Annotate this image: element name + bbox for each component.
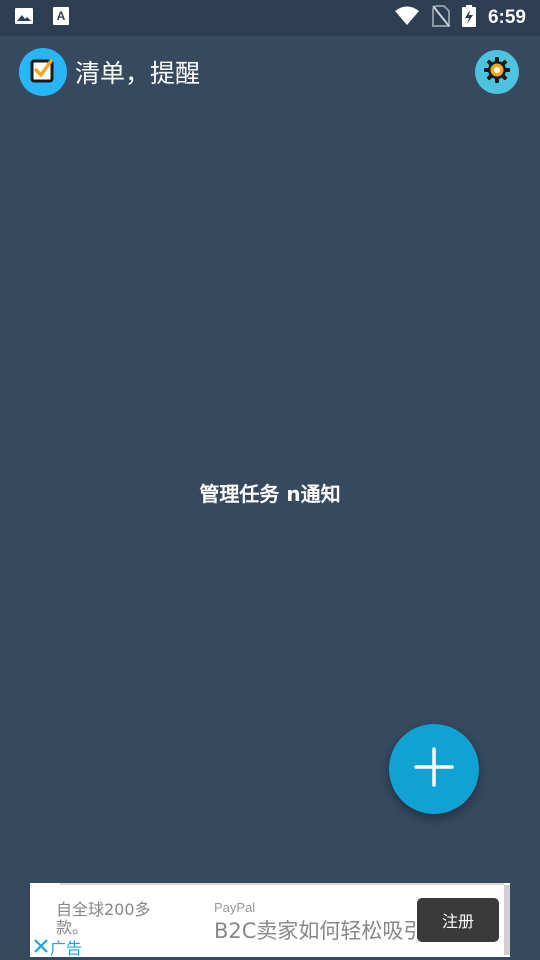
checkbox-icon xyxy=(30,57,56,87)
battery-charging-icon xyxy=(461,5,476,31)
ad-register-button[interactable]: 注册 xyxy=(417,898,499,942)
status-bar-notifications: A xyxy=(14,6,70,30)
close-icon xyxy=(34,938,48,957)
ad-left-text: 自全球200多 款。 xyxy=(56,900,151,937)
no-sim-icon xyxy=(431,5,450,31)
app-bar: 清单，提醒 xyxy=(0,36,540,108)
empty-state-message: 管理任务 n通知 xyxy=(199,482,341,506)
status-time: 6:59 xyxy=(487,7,526,28)
text-a-icon: A xyxy=(52,6,70,30)
status-bar-system: 6:59 xyxy=(394,5,526,31)
add-task-button[interactable] xyxy=(389,724,479,814)
app-title: 清单，提醒 xyxy=(75,59,201,88)
ad-brand: PayPal xyxy=(214,900,256,915)
ad-close-button[interactable]: 广告 xyxy=(34,935,82,957)
gear-icon xyxy=(483,56,511,88)
plus-icon xyxy=(414,747,454,791)
image-icon xyxy=(14,6,34,30)
ad-scroll-edge xyxy=(504,885,510,955)
ad-divider xyxy=(60,883,504,885)
settings-button[interactable] xyxy=(475,50,519,94)
svg-text:A: A xyxy=(57,9,66,23)
app-logo xyxy=(19,48,67,96)
wifi-icon xyxy=(394,6,420,30)
ad-headline: B2C卖家如何轻松吸引 xyxy=(214,919,425,943)
ad-label: 广告 xyxy=(50,939,83,957)
status-bar: A 6:59 xyxy=(0,0,540,36)
ad-banner[interactable]: 自全球200多 款。 PayPal B2C卖家如何轻松吸引 注册 广告 xyxy=(30,883,510,957)
